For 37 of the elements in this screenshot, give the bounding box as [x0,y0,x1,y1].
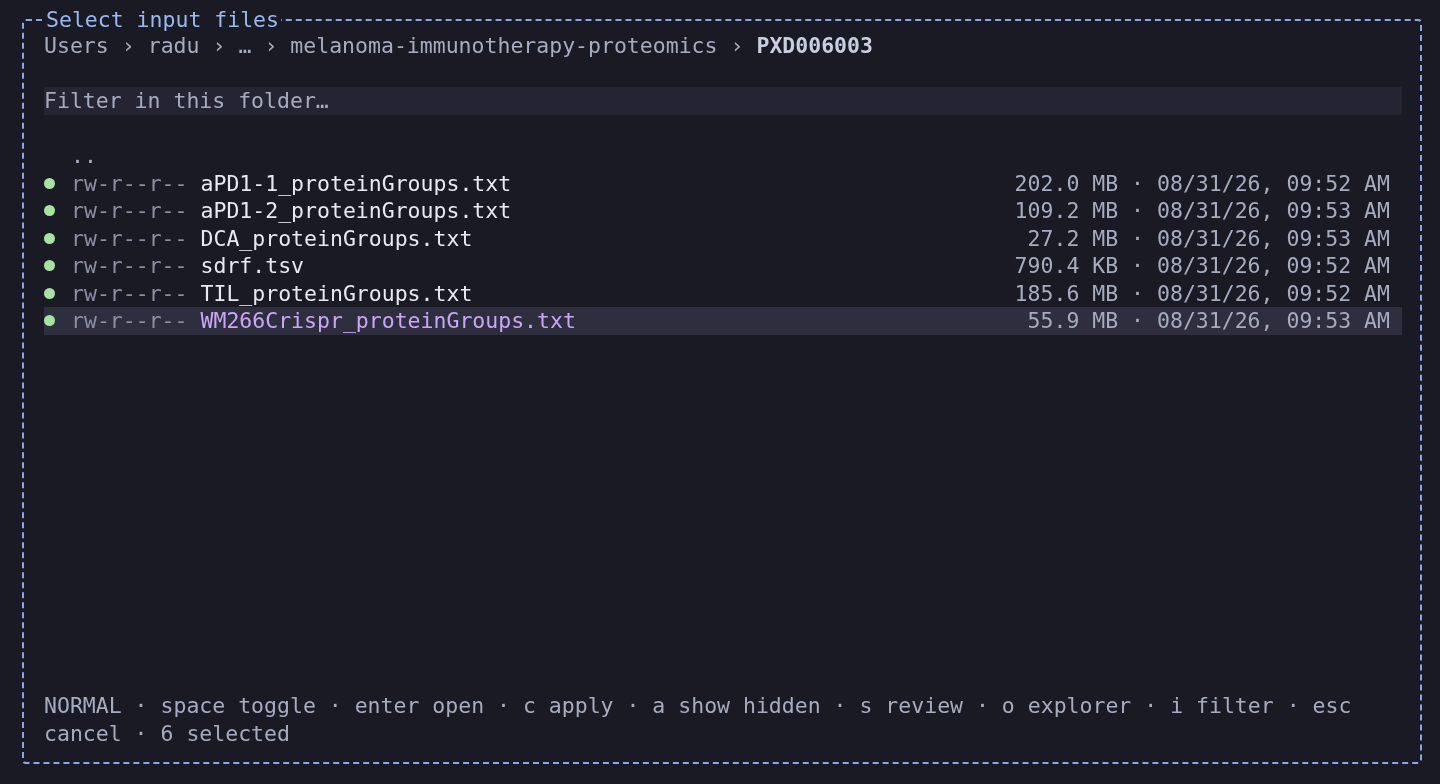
breadcrumb-separator: › [212,32,226,60]
breadcrumb-item[interactable]: radu [147,32,200,60]
filter-field[interactable]: Filter in this folder… [44,87,1402,115]
file-name: TIL_proteinGroups.txt [200,280,473,306]
breadcrumb-item[interactable]: Users [44,32,109,60]
breadcrumb-item[interactable]: PXD006003 [756,32,873,60]
file-permissions: rw-r--r-- [71,253,188,279]
file-permissions: rw-r--r-- [71,170,188,196]
file-row[interactable]: rw-r--r-- aPD1-2_proteinGroups.txt 109.2 MB · 08/31/26, 09:53 AM [44,197,1402,225]
parent-folder-entry[interactable]: .. [71,142,97,170]
file-row[interactable]: rw-r--r-- DCA_proteinGroups.txt 27.2 MB · 08/31/26, 09:53 AM [44,224,1402,252]
breadcrumb-item[interactable]: … [238,32,252,60]
file-info: 790.4 KB · 08/31/26, 09:52 AM [1014,253,1391,279]
file-row[interactable]: rw-r--r-- sdrf.tsv 790.4 KB · 08/31/26, 09:52 AM [44,252,1402,280]
file-name: aPD1-2_proteinGroups.txt [200,198,512,224]
file-permissions: rw-r--r-- [71,198,188,224]
file-row[interactable]: rw-r--r-- aPD1-1_proteinGroups.txt 202.0 MB · 08/31/26, 09:52 AM [44,169,1402,197]
file-name: WM266Crispr_proteinGroups.txt [200,308,576,334]
file-info: 55.9 MB · 08/31/26, 09:53 AM [1027,308,1391,334]
breadcrumb-separator: › [264,32,278,60]
file-permissions: rw-r--r-- [71,308,188,334]
file-info: 202.0 MB · 08/31/26, 09:52 AM [1014,170,1391,196]
breadcrumb-separator: › [121,32,135,60]
file-info: 109.2 MB · 08/31/26, 09:53 AM [1014,198,1391,224]
file-permissions: rw-r--r-- [71,280,188,306]
breadcrumb-item[interactable]: melanoma-immunotherapy-proteomics [290,32,718,60]
file-row[interactable]: rw-r--r-- WM266Crispr_proteinGroups.txt 55.9 MB · 08/31/26, 09:53 AM [44,307,1402,335]
file-name: aPD1-1_proteinGroups.txt [200,170,512,196]
file-info: 27.2 MB · 08/31/26, 09:53 AM [1027,225,1391,251]
dialog-title: Select input files [45,8,280,32]
breadcrumb-separator: › [730,32,744,60]
file-name: sdrf.tsv [200,253,305,279]
file-info: 185.6 MB · 08/31/26, 09:52 AM [1014,280,1391,306]
file-permissions: rw-r--r-- [71,225,188,251]
key-hints: NORMAL · space toggle · enter open · c apply · a show hidden · s review · o explorer · i filter · esc cancel · 6 selected [44,692,1353,748]
file-name: DCA_proteinGroups.txt [200,225,473,251]
file-row[interactable]: rw-r--r-- TIL_proteinGroups.txt 185.6 MB · 08/31/26, 09:52 AM [44,279,1402,307]
